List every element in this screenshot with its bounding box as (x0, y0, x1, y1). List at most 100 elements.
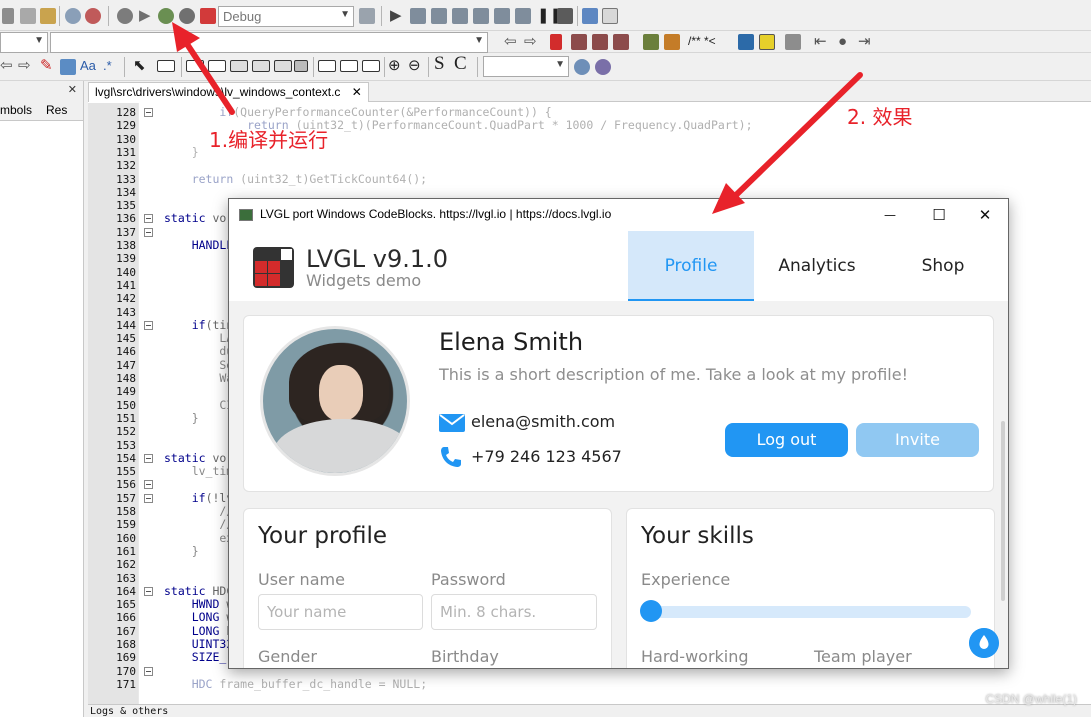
step-icon-3[interactable] (452, 8, 468, 24)
info-icon[interactable] (602, 8, 618, 24)
cut-icon[interactable] (2, 8, 14, 24)
highlight-pen-icon[interactable]: ✎ (40, 57, 53, 75)
back-arrow-icon[interactable]: ⇦ (0, 57, 13, 75)
pointer-icon[interactable]: ⬉ (133, 57, 146, 75)
build-target-select[interactable]: Debug ▼ (218, 6, 354, 27)
layout-icon-4[interactable] (252, 60, 270, 72)
match-case-icon[interactable]: Aa (80, 57, 96, 75)
rebuild-icon[interactable] (179, 8, 195, 24)
show-s-icon[interactable]: S (434, 54, 445, 73)
doxygen-comment-icon[interactable]: /** *< (688, 32, 716, 50)
step-icon-5[interactable] (494, 8, 510, 24)
next-icon[interactable]: ⇥ (858, 33, 871, 51)
next-bookmark-icon[interactable] (592, 34, 608, 50)
step-icon-6[interactable] (515, 8, 531, 24)
fold-toggle-icon[interactable] (144, 453, 153, 463)
format-icon[interactable] (60, 59, 76, 75)
editor-tab-file[interactable]: lvgl\src\drivers\windows\lv_windows_cont… (88, 82, 369, 102)
jump-back-icon[interactable]: ⇦ (504, 33, 517, 51)
logout-button[interactable]: Log out (725, 423, 848, 457)
copy-icon[interactable] (20, 8, 36, 24)
zoom-out-icon[interactable]: ⊖ (408, 57, 421, 75)
line-number: 129 (116, 119, 136, 133)
build-gear-icon[interactable] (117, 8, 133, 24)
fold-toggle-icon[interactable] (144, 320, 153, 330)
tab-analytics[interactable]: Analytics (754, 231, 880, 301)
stop-debug-icon[interactable] (557, 8, 573, 24)
step-icon-2[interactable] (431, 8, 447, 24)
password-input[interactable]: Min. 8 chars. (431, 594, 597, 630)
run-icon[interactable]: ▶ (139, 7, 151, 25)
scrollbar[interactable] (1001, 421, 1005, 601)
fold-toggle-icon[interactable] (144, 586, 153, 596)
fold-toggle-icon[interactable] (144, 666, 153, 676)
symbol-icon[interactable] (664, 34, 680, 50)
sizer-icon-2[interactable] (340, 60, 358, 72)
line-number: 163 (116, 571, 136, 585)
frame-icon[interactable] (157, 60, 175, 72)
step-icon-1[interactable] (410, 8, 426, 24)
sizer-icon-3[interactable] (362, 60, 380, 72)
jump-forward-icon[interactable]: ⇨ (524, 33, 537, 51)
code-completion-icon[interactable] (643, 34, 659, 50)
step-icon-4[interactable] (473, 8, 489, 24)
invite-button[interactable]: Invite (856, 423, 979, 457)
logs-panel-tab[interactable]: Logs & others (88, 704, 1091, 717)
layout-icon-3[interactable] (230, 60, 248, 72)
close-button[interactable]: ✕ (975, 205, 995, 225)
paste-icon[interactable] (40, 8, 56, 24)
experience-slider[interactable] (651, 606, 971, 618)
username-input[interactable]: Your name (258, 594, 423, 630)
line-number: 170 (116, 664, 136, 678)
show-c-icon[interactable]: C (454, 54, 467, 73)
record-icon[interactable]: ● (838, 33, 847, 51)
tools-icon[interactable] (595, 59, 611, 75)
prev-bookmark-icon[interactable] (571, 34, 587, 50)
build-options-icon[interactable] (359, 8, 375, 24)
window-titlebar[interactable]: LVGL port Windows CodeBlocks. https://lv… (229, 199, 1008, 231)
layout-icon-6[interactable] (294, 60, 308, 72)
fold-toggle-icon[interactable] (144, 480, 153, 490)
prev-icon[interactable]: ⇤ (814, 33, 827, 51)
abort-icon[interactable] (200, 8, 216, 24)
search-icon[interactable] (574, 59, 590, 75)
clear-bookmark-icon[interactable] (613, 34, 629, 50)
tab-profile[interactable]: Profile (628, 231, 754, 301)
build-and-run-icon[interactable] (158, 8, 174, 24)
debug-windows-icon[interactable] (582, 8, 598, 24)
layout-icon-5[interactable] (274, 60, 292, 72)
close-icon[interactable]: ✕ (68, 83, 77, 96)
tab-symbols[interactable]: mbols (0, 103, 32, 117)
bookmark-flag-icon[interactable] (550, 34, 562, 50)
fold-toggle-icon[interactable] (144, 227, 153, 237)
forward-arrow-icon[interactable]: ⇨ (18, 57, 31, 75)
lvgl-demo-window[interactable]: LVGL port Windows CodeBlocks. https://lv… (228, 198, 1009, 669)
wx-select[interactable]: ▼ (483, 56, 569, 77)
your-skills-title: Your skills (641, 523, 754, 549)
minimize-button[interactable]: — (880, 205, 900, 225)
find-icon[interactable] (65, 8, 81, 24)
scope-select[interactable]: ▼ (0, 32, 48, 53)
hardworking-label: Hard-working (641, 647, 749, 666)
doxyblocks-icon[interactable] (738, 34, 754, 50)
help-icon[interactable] (759, 34, 775, 50)
sizer-icon-1[interactable] (318, 60, 336, 72)
close-tab-icon[interactable]: ✕ (352, 85, 362, 99)
fold-toggle-icon[interactable] (144, 214, 153, 224)
debug-run-icon[interactable]: ▶ (390, 7, 402, 25)
layout-icon-2[interactable] (208, 60, 226, 72)
maximize-button[interactable]: ☐ (929, 205, 949, 225)
settings-wrench-icon[interactable] (785, 34, 801, 50)
tab-resources[interactable]: Res (46, 103, 67, 117)
fold-toggle-icon[interactable] (144, 493, 153, 503)
zoom-in-icon[interactable]: ⊕ (388, 57, 401, 75)
water-drop-icon[interactable] (969, 628, 999, 658)
experience-slider-knob[interactable] (640, 600, 662, 622)
replace-icon[interactable] (85, 8, 101, 24)
function-select[interactable]: ▼ (50, 32, 488, 53)
fold-toggle-icon[interactable] (144, 108, 153, 117)
regex-icon[interactable]: .* (103, 57, 112, 75)
annotation-step2: 2. 效果 (847, 105, 913, 129)
layout-icon-1[interactable] (186, 60, 204, 72)
tab-shop[interactable]: Shop (880, 231, 1006, 301)
